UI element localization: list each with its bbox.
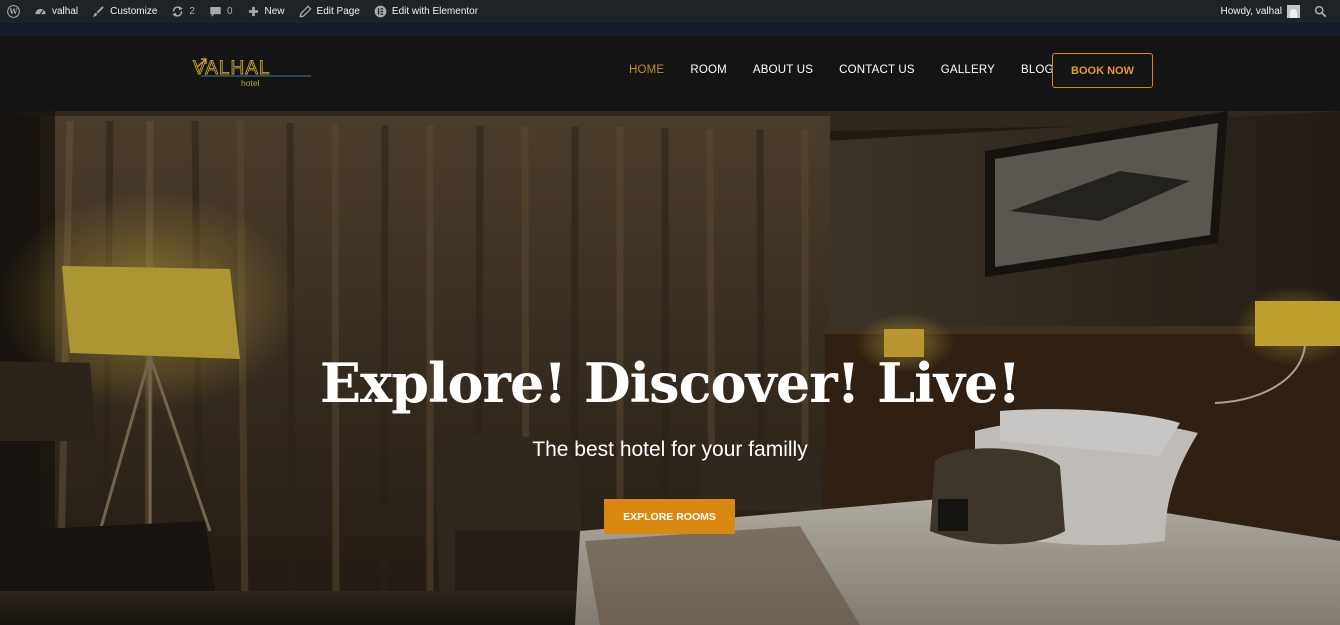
paintbrush-icon <box>92 5 105 18</box>
customize-label: Customize <box>110 6 158 17</box>
hero-section: Explore! Discover! Live! The best hotel … <box>0 111 1340 625</box>
admin-bar: W valhal Customize 2 0 New Edit Page Edi… <box>0 0 1340 23</box>
site-header: VALHAL hotel HOME ROOM ABOUT US CONTACT … <box>0 36 1340 111</box>
nav-item-home[interactable]: HOME <box>629 64 664 76</box>
nav-item-blog[interactable]: BLOG <box>1021 64 1054 76</box>
plus-icon <box>247 5 260 18</box>
pencil-icon <box>299 5 312 18</box>
updates-link[interactable]: 2 <box>164 0 202 23</box>
updates-count: 2 <box>189 6 195 17</box>
logo-subtext: hotel <box>241 78 260 88</box>
comments-count: 0 <box>226 6 233 17</box>
edit-elementor-label: Edit with Elementor <box>391 6 479 17</box>
book-now-button[interactable]: BOOK NOW <box>1052 53 1153 88</box>
nav-item-room[interactable]: ROOM <box>690 64 727 76</box>
hero-subtitle: The best hotel for your familly <box>532 438 808 461</box>
edit-with-elementor-link[interactable]: Edit with Elementor <box>367 0 485 23</box>
wordpress-logo-menu[interactable]: W <box>0 0 27 23</box>
new-content-menu[interactable]: New <box>240 0 292 23</box>
search-icon <box>1314 5 1327 18</box>
new-label: New <box>264 6 285 17</box>
customize-link[interactable]: Customize <box>85 0 164 23</box>
edit-page-label: Edit Page <box>316 6 360 17</box>
dashboard-icon <box>34 5 47 18</box>
howdy-label: Howdy, valhal <box>1220 6 1282 17</box>
elementor-icon <box>374 5 387 18</box>
nav-item-contact-us[interactable]: CONTACT US <box>839 64 915 76</box>
wordpress-icon: W <box>7 5 20 18</box>
nav-item-about-us[interactable]: ABOUT US <box>753 64 813 76</box>
nav-item-gallery[interactable]: GALLERY <box>941 64 995 76</box>
comments-link[interactable]: 0 <box>202 0 240 23</box>
explore-rooms-button[interactable]: EXPLORE ROOMS <box>604 499 735 534</box>
site-logo[interactable]: VALHAL hotel <box>191 56 316 90</box>
site-name-menu[interactable]: valhal <box>27 0 85 23</box>
header-top-stripe <box>0 23 1340 36</box>
my-account-menu[interactable]: Howdy, valhal <box>1220 0 1300 23</box>
comment-icon <box>209 5 222 18</box>
refresh-icon <box>171 5 184 18</box>
edit-page-link[interactable]: Edit Page <box>292 0 367 23</box>
admin-search[interactable] <box>1306 0 1327 23</box>
hero-title: Explore! Discover! Live! <box>319 351 1021 415</box>
site-name-label: valhal <box>52 6 79 17</box>
svg-text:W: W <box>8 7 18 16</box>
main-navigation: HOME ROOM ABOUT US CONTACT US GALLERY BL… <box>616 36 1067 104</box>
avatar <box>1287 5 1300 18</box>
